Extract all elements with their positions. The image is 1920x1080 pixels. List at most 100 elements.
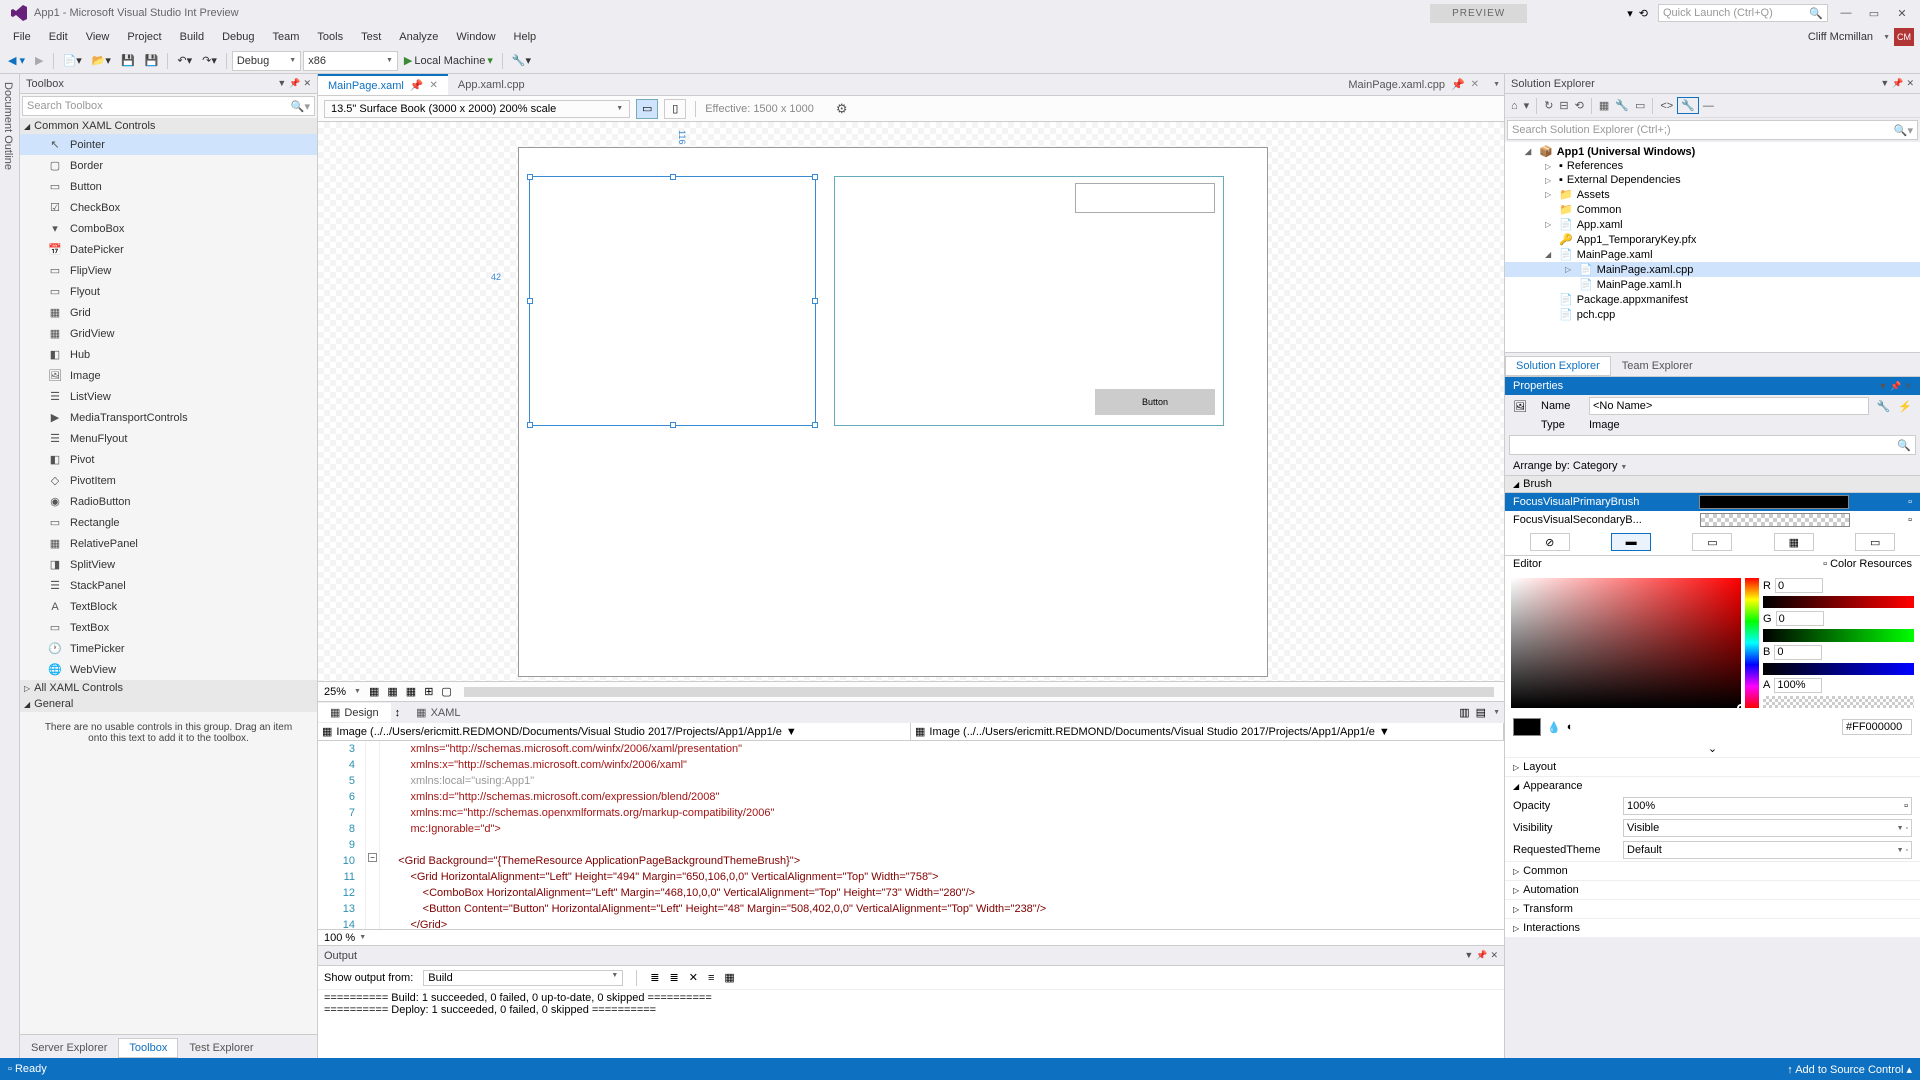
portrait-toggle[interactable]: ▯ [664, 99, 686, 119]
output-goto-icon[interactable]: ≣ [650, 971, 659, 984]
sol-mainpage[interactable]: ◢📄 MainPage.xaml [1505, 247, 1920, 262]
a-slider[interactable] [1763, 696, 1914, 708]
design-canvas[interactable]: 116 42 Button [318, 122, 1504, 681]
menu-help[interactable]: Help [507, 29, 544, 45]
expand-icon[interactable]: ⌄ [1505, 740, 1920, 757]
panel-close-icon[interactable]: ✕ [1904, 381, 1912, 392]
pin-icon[interactable]: 📌 [1890, 381, 1901, 392]
doc-outline-tab[interactable]: Document Outline [0, 78, 16, 1058]
sol-mainpage-h[interactable]: 📄 MainPage.xaml.h [1505, 277, 1920, 292]
pin-icon[interactable]: 📌 [289, 78, 300, 89]
toolbox-group-general[interactable]: ◢General [20, 696, 317, 712]
toolbox-item-pivotitem[interactable]: ◇PivotItem [20, 470, 317, 491]
feedback-icon[interactable]: ⟲ [1639, 7, 1648, 20]
user-dropdown-icon[interactable]: ▼ [1883, 34, 1890, 41]
collapse-icon[interactable]: ▼ [1489, 709, 1504, 716]
device-select[interactable]: 13.5" Surface Book (3000 x 2000) 200% sc… [324, 100, 630, 118]
menu-analyze[interactable]: Analyze [392, 29, 445, 45]
sol-appxaml[interactable]: ▷📄 App.xaml [1505, 217, 1920, 232]
toolbox-group-all[interactable]: ▷All XAML Controls [20, 680, 317, 696]
grid-icon[interactable]: ▦ [369, 685, 379, 698]
toolbox-item-menuflyout[interactable]: ☰MenuFlyout [20, 428, 317, 449]
sol-preview-icon[interactable]: ▭ [1633, 97, 1647, 114]
toolbox-item-flyout[interactable]: ▭Flyout [20, 281, 317, 302]
interactions-section[interactable]: ▷Interactions [1505, 918, 1920, 937]
toolbox-item-grid[interactable]: ▦Grid [20, 302, 317, 323]
code-editor[interactable]: 34567891011121314 − xmlns="http://schema… [318, 741, 1504, 929]
menu-debug[interactable]: Debug [215, 29, 261, 45]
platform-select[interactable]: x86▼ [303, 51, 398, 71]
user-avatar[interactable]: CM [1894, 28, 1914, 46]
toolbox-item-textbox[interactable]: ▭TextBox [20, 617, 317, 638]
toolbox-item-combobox[interactable]: ▾ComboBox [20, 218, 317, 239]
solution-tree[interactable]: ◢📦 App1 (Universal Windows) ▷▪ Reference… [1505, 142, 1920, 352]
split-h-icon[interactable]: ▥ [1456, 706, 1472, 719]
toggle-icon[interactable]: ▢ [441, 685, 451, 698]
zoom-level[interactable]: 25% [324, 686, 346, 698]
split-v-icon[interactable]: ▤ [1473, 706, 1489, 719]
toolbox-item-mediatransport[interactable]: ▶MediaTransportControls [20, 407, 317, 428]
sol-common[interactable]: 📁 Common [1505, 202, 1920, 217]
g-slider[interactable] [1763, 629, 1914, 641]
appearance-section[interactable]: ◢Appearance [1505, 776, 1920, 795]
sol-tool1-icon[interactable]: 🔧 [1677, 97, 1699, 114]
source-control-button[interactable]: ↑ Add to Source Control ▴ [1787, 1063, 1912, 1076]
brush-resource[interactable]: ▭ [1855, 533, 1895, 551]
code-scope-combo[interactable]: ▦ Image (../../Users/ericmitt.REDMOND/Do… [318, 723, 911, 740]
sol-tool2-icon[interactable]: — [1701, 98, 1716, 114]
toolbox-item-stackpanel[interactable]: ☰StackPanel [20, 575, 317, 596]
sol-mainpage-cpp[interactable]: ▷📄 MainPage.xaml.cpp [1505, 262, 1920, 277]
pin-icon[interactable]: 📌 [1892, 78, 1903, 89]
combobox-element[interactable] [1075, 183, 1215, 213]
config-select[interactable]: Debug▼ [232, 51, 301, 71]
server-explorer-tab[interactable]: Server Explorer [20, 1038, 118, 1058]
menu-build[interactable]: Build [173, 29, 211, 45]
sol-props-icon[interactable]: 🔧 [1613, 97, 1631, 114]
toolbox-item-splitview[interactable]: ◨SplitView [20, 554, 317, 575]
toolbox-search[interactable]: Search Toolbox 🔍▾ [22, 96, 315, 116]
sol-home-icon[interactable]: ⌂ [1509, 98, 1520, 114]
sol-extdeps[interactable]: ▷▪ External Dependencies [1505, 173, 1920, 187]
output-source-select[interactable]: Build▼ [423, 970, 623, 986]
run-button[interactable]: ▶ Local Machine ▾ [400, 52, 497, 69]
panel-dropdown-icon[interactable]: ▼ [277, 78, 286, 89]
tool-extra-button[interactable]: 🔧▾ [508, 52, 535, 69]
sol-tempkey[interactable]: 🔑 App1_TemporaryKey.pfx [1505, 232, 1920, 247]
brush-none[interactable]: ⊘ [1530, 533, 1570, 551]
grid-element[interactable]: Button [834, 176, 1224, 426]
sol-pchcpp[interactable]: 📄 pch.cpp [1505, 307, 1920, 322]
toolbox-item-relativepanel[interactable]: ▦RelativePanel [20, 533, 317, 554]
toolbox-item-gridview[interactable]: ▦GridView [20, 323, 317, 344]
prop-events-icon[interactable]: ⚡ [1898, 400, 1912, 413]
menu-view[interactable]: View [79, 29, 117, 45]
output-clear-icon[interactable]: ✕ [689, 971, 698, 984]
properties-search[interactable]: 🔍 [1509, 435, 1916, 455]
team-explorer-tab[interactable]: Team Explorer [1611, 356, 1704, 376]
r-slider[interactable] [1763, 596, 1914, 608]
toolbox-item-datepicker[interactable]: 📅DatePicker [20, 239, 317, 260]
code-zoom[interactable]: 100 % [324, 932, 355, 944]
snap2-icon[interactable]: ▦ [406, 685, 416, 698]
redo-button[interactable]: ↷▾ [198, 52, 221, 69]
sol-project[interactable]: ◢📦 App1 (Universal Windows) [1505, 144, 1920, 159]
panel-dropdown-icon[interactable]: ▼ [1878, 381, 1887, 392]
toolbox-item-border[interactable]: ▢Border [20, 155, 317, 176]
brush-gradient[interactable]: ▭ [1692, 533, 1732, 551]
pin-icon[interactable]: 📌 [410, 79, 424, 92]
color-field[interactable] [1511, 578, 1741, 708]
toolbox-item-timepicker[interactable]: 🕐TimePicker [20, 638, 317, 659]
toolbox-tab[interactable]: Toolbox [118, 1038, 178, 1058]
r-input[interactable] [1775, 578, 1823, 593]
open-button[interactable]: 📂▾ [88, 52, 115, 69]
editor-tab[interactable]: Editor [1513, 558, 1542, 570]
fit-icon[interactable]: ⊞ [424, 685, 433, 698]
theme-select[interactable]: Default▼ ▫ [1623, 841, 1912, 859]
color-res-tab[interactable]: Color Resources [1830, 558, 1912, 570]
arrange-by[interactable]: Arrange by: Category ▼ [1505, 457, 1920, 475]
sol-sync-icon[interactable]: ⟲ [1573, 97, 1586, 114]
doc-tab-mainpagecpp[interactable]: MainPage.xaml.cpp📌✕ [1338, 75, 1489, 94]
opacity-input[interactable]: 100%▫ [1623, 797, 1912, 815]
toolbox-item-rectangle[interactable]: ▭Rectangle [20, 512, 317, 533]
sol-showall-icon[interactable]: ▦ [1597, 97, 1611, 114]
nav-back-button[interactable]: ◀ ▾ [4, 52, 29, 69]
